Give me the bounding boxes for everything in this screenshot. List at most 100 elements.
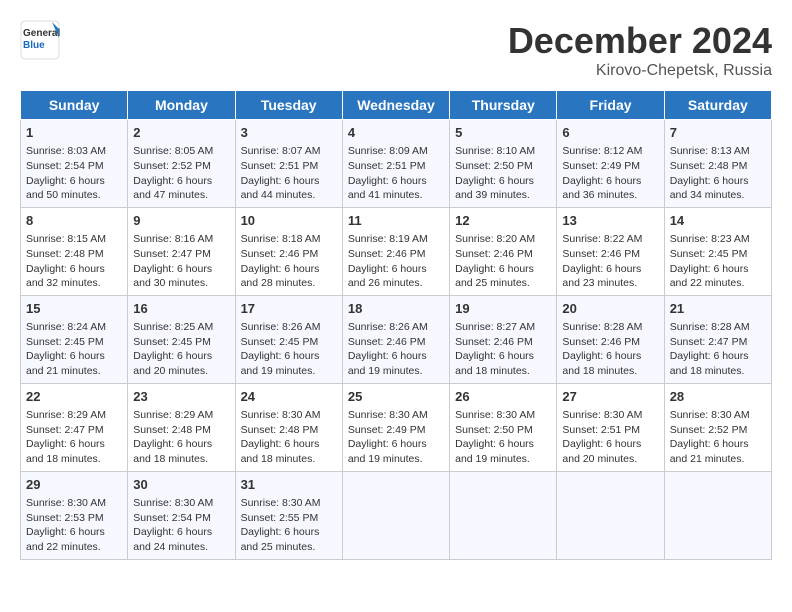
- day-number: 19: [455, 300, 551, 318]
- table-row: 26 Sunrise: 8:30 AM Sunset: 2:50 PM Dayl…: [450, 383, 557, 471]
- daylight-text: Daylight: 6 hours and 21 minutes.: [670, 438, 749, 465]
- sunset-text: Sunset: 2:45 PM: [670, 248, 748, 260]
- sunset-text: Sunset: 2:46 PM: [455, 336, 533, 348]
- sunrise-text: Sunrise: 8:30 AM: [348, 409, 428, 421]
- table-row: 30 Sunrise: 8:30 AM Sunset: 2:54 PM Dayl…: [128, 471, 235, 559]
- daylight-text: Daylight: 6 hours and 19 minutes.: [455, 438, 534, 465]
- daylight-text: Daylight: 6 hours and 18 minutes.: [133, 438, 212, 465]
- table-row: 4 Sunrise: 8:09 AM Sunset: 2:51 PM Dayli…: [342, 120, 449, 208]
- daylight-text: Daylight: 6 hours and 34 minutes.: [670, 175, 749, 202]
- day-number: 24: [241, 388, 337, 406]
- sunset-text: Sunset: 2:48 PM: [241, 424, 319, 436]
- daylight-text: Daylight: 6 hours and 26 minutes.: [348, 263, 427, 290]
- table-row: 6 Sunrise: 8:12 AM Sunset: 2:49 PM Dayli…: [557, 120, 664, 208]
- logo-svg: General Blue: [20, 20, 60, 60]
- daylight-text: Daylight: 6 hours and 22 minutes.: [26, 526, 105, 553]
- day-number: 20: [562, 300, 658, 318]
- table-row: 22 Sunrise: 8:29 AM Sunset: 2:47 PM Dayl…: [21, 383, 128, 471]
- sunrise-text: Sunrise: 8:28 AM: [670, 321, 750, 333]
- sunrise-text: Sunrise: 8:26 AM: [241, 321, 321, 333]
- day-number: 11: [348, 212, 444, 230]
- header-row: Sunday Monday Tuesday Wednesday Thursday…: [21, 91, 772, 120]
- location: Kirovo-Chepetsk, Russia: [508, 62, 772, 80]
- daylight-text: Daylight: 6 hours and 19 minutes.: [241, 350, 320, 377]
- day-number: 2: [133, 124, 229, 142]
- sunrise-text: Sunrise: 8:30 AM: [133, 497, 213, 509]
- daylight-text: Daylight: 6 hours and 19 minutes.: [348, 350, 427, 377]
- day-number: 1: [26, 124, 122, 142]
- daylight-text: Daylight: 6 hours and 18 minutes.: [670, 350, 749, 377]
- table-row: 12 Sunrise: 8:20 AM Sunset: 2:46 PM Dayl…: [450, 207, 557, 295]
- logo: General Blue: [20, 20, 60, 60]
- daylight-text: Daylight: 6 hours and 20 minutes.: [562, 438, 641, 465]
- month-title: December 2024: [508, 20, 772, 62]
- day-number: 23: [133, 388, 229, 406]
- day-number: 28: [670, 388, 766, 406]
- sunrise-text: Sunrise: 8:03 AM: [26, 145, 106, 157]
- calendar-row: 8 Sunrise: 8:15 AM Sunset: 2:48 PM Dayli…: [21, 207, 772, 295]
- col-wednesday: Wednesday: [342, 91, 449, 120]
- day-number: 9: [133, 212, 229, 230]
- sunset-text: Sunset: 2:52 PM: [670, 424, 748, 436]
- day-number: 26: [455, 388, 551, 406]
- table-row: 8 Sunrise: 8:15 AM Sunset: 2:48 PM Dayli…: [21, 207, 128, 295]
- daylight-text: Daylight: 6 hours and 47 minutes.: [133, 175, 212, 202]
- sunrise-text: Sunrise: 8:30 AM: [670, 409, 750, 421]
- sunrise-text: Sunrise: 8:30 AM: [241, 409, 321, 421]
- col-monday: Monday: [128, 91, 235, 120]
- table-row: 16 Sunrise: 8:25 AM Sunset: 2:45 PM Dayl…: [128, 295, 235, 383]
- sunrise-text: Sunrise: 8:15 AM: [26, 233, 106, 245]
- day-number: 8: [26, 212, 122, 230]
- sunrise-text: Sunrise: 8:29 AM: [26, 409, 106, 421]
- day-number: 12: [455, 212, 551, 230]
- daylight-text: Daylight: 6 hours and 41 minutes.: [348, 175, 427, 202]
- table-row: 15 Sunrise: 8:24 AM Sunset: 2:45 PM Dayl…: [21, 295, 128, 383]
- col-thursday: Thursday: [450, 91, 557, 120]
- daylight-text: Daylight: 6 hours and 36 minutes.: [562, 175, 641, 202]
- svg-text:General: General: [23, 28, 60, 39]
- table-row: [664, 471, 771, 559]
- sunset-text: Sunset: 2:46 PM: [348, 336, 426, 348]
- calendar-row: 1 Sunrise: 8:03 AM Sunset: 2:54 PM Dayli…: [21, 120, 772, 208]
- table-row: 10 Sunrise: 8:18 AM Sunset: 2:46 PM Dayl…: [235, 207, 342, 295]
- table-row: 1 Sunrise: 8:03 AM Sunset: 2:54 PM Dayli…: [21, 120, 128, 208]
- table-row: [342, 471, 449, 559]
- daylight-text: Daylight: 6 hours and 30 minutes.: [133, 263, 212, 290]
- svg-text:Blue: Blue: [23, 40, 45, 51]
- sunset-text: Sunset: 2:49 PM: [562, 160, 640, 172]
- day-number: 5: [455, 124, 551, 142]
- sunrise-text: Sunrise: 8:09 AM: [348, 145, 428, 157]
- daylight-text: Daylight: 6 hours and 39 minutes.: [455, 175, 534, 202]
- day-number: 10: [241, 212, 337, 230]
- table-row: 23 Sunrise: 8:29 AM Sunset: 2:48 PM Dayl…: [128, 383, 235, 471]
- sunrise-text: Sunrise: 8:24 AM: [26, 321, 106, 333]
- day-number: 6: [562, 124, 658, 142]
- sunrise-text: Sunrise: 8:23 AM: [670, 233, 750, 245]
- table-row: 27 Sunrise: 8:30 AM Sunset: 2:51 PM Dayl…: [557, 383, 664, 471]
- sunrise-text: Sunrise: 8:20 AM: [455, 233, 535, 245]
- table-row: [557, 471, 664, 559]
- sunrise-text: Sunrise: 8:30 AM: [241, 497, 321, 509]
- table-row: 9 Sunrise: 8:16 AM Sunset: 2:47 PM Dayli…: [128, 207, 235, 295]
- day-number: 18: [348, 300, 444, 318]
- sunrise-text: Sunrise: 8:30 AM: [455, 409, 535, 421]
- daylight-text: Daylight: 6 hours and 22 minutes.: [670, 263, 749, 290]
- daylight-text: Daylight: 6 hours and 25 minutes.: [241, 526, 320, 553]
- sunset-text: Sunset: 2:51 PM: [562, 424, 640, 436]
- daylight-text: Daylight: 6 hours and 44 minutes.: [241, 175, 320, 202]
- sunrise-text: Sunrise: 8:28 AM: [562, 321, 642, 333]
- day-number: 15: [26, 300, 122, 318]
- sunrise-text: Sunrise: 8:30 AM: [26, 497, 106, 509]
- daylight-text: Daylight: 6 hours and 25 minutes.: [455, 263, 534, 290]
- table-row: 7 Sunrise: 8:13 AM Sunset: 2:48 PM Dayli…: [664, 120, 771, 208]
- sunset-text: Sunset: 2:50 PM: [455, 160, 533, 172]
- sunset-text: Sunset: 2:48 PM: [670, 160, 748, 172]
- sunset-text: Sunset: 2:51 PM: [348, 160, 426, 172]
- sunrise-text: Sunrise: 8:12 AM: [562, 145, 642, 157]
- day-number: 16: [133, 300, 229, 318]
- sunset-text: Sunset: 2:46 PM: [455, 248, 533, 260]
- day-number: 4: [348, 124, 444, 142]
- daylight-text: Daylight: 6 hours and 21 minutes.: [26, 350, 105, 377]
- day-number: 14: [670, 212, 766, 230]
- table-row: 18 Sunrise: 8:26 AM Sunset: 2:46 PM Dayl…: [342, 295, 449, 383]
